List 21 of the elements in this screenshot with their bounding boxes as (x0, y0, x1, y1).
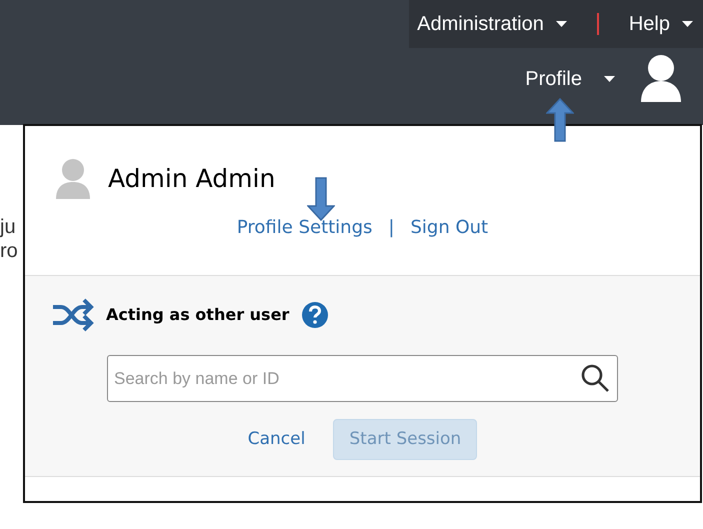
shuffle-icon (52, 298, 94, 332)
user-avatar-icon[interactable] (639, 54, 683, 104)
search-icon[interactable] (580, 363, 610, 393)
background-text: ro (0, 239, 18, 263)
arrow-annotation-icon (307, 177, 335, 221)
caret-icon (556, 21, 567, 27)
menu-button[interactable]: Administration (417, 9, 567, 39)
caret-icon (682, 21, 693, 27)
search-field[interactable]: Search by name or ID (107, 355, 618, 402)
menu-button[interactable]: Help (628, 9, 693, 39)
help-icon[interactable] (301, 301, 330, 329)
caret-icon (604, 76, 615, 82)
profile-link[interactable]: Sign Out (410, 214, 488, 241)
section-title: Acting as other user (106, 304, 290, 326)
profile-link[interactable]: Profile Settings (236, 214, 372, 241)
user-icon (55, 158, 91, 200)
user-name: Admin Admin (108, 163, 276, 196)
cancel-button[interactable]: Cancel (248, 426, 306, 452)
profile-menu-button[interactable]: Profile (525, 64, 615, 94)
arrow-annotation-icon (546, 98, 574, 142)
link-separator: | (388, 216, 394, 240)
